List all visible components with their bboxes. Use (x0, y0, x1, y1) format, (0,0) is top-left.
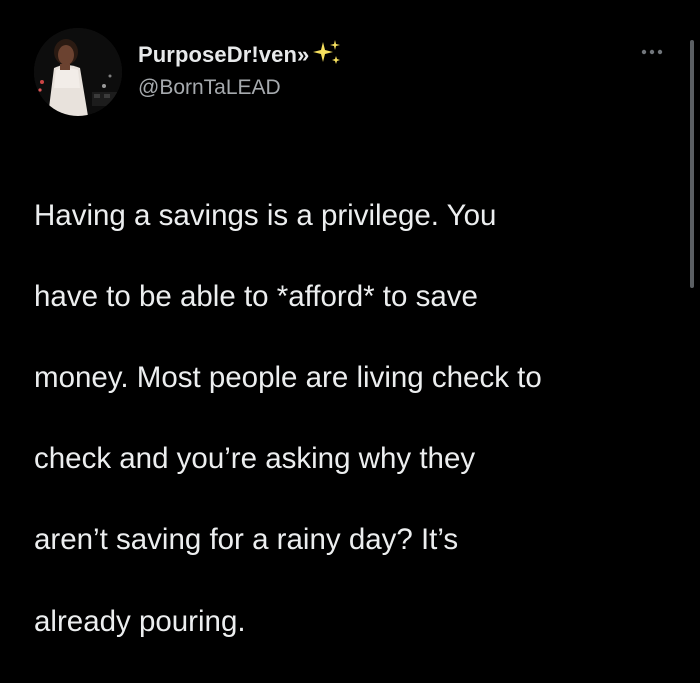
author-handle[interactable]: @BornTaLEAD (138, 76, 281, 100)
tweet-text-line: have to be able to *afford* to save (34, 279, 478, 313)
tweet-text: Having a savings is a privilege. You hav… (34, 155, 674, 683)
tweet-text-line: already pouring. (34, 604, 246, 638)
avatar[interactable] (34, 28, 122, 116)
display-name[interactable]: PurposeDr!ven» (138, 42, 309, 68)
tweet-text-line: money. Most people are living check to (34, 360, 542, 394)
tweet-text-line: check and you’re asking why they (34, 442, 476, 476)
author-name-row: PurposeDr!ven» (138, 40, 343, 70)
tweet-card: PurposeDr!ven» @BornTaLEAD Having a savi… (0, 0, 700, 638)
more-options-icon[interactable] (641, 44, 663, 55)
tweet-text-line: Having a savings is a privilege. You (34, 198, 497, 232)
sparkles-icon (313, 38, 343, 68)
profile-photo-icon (34, 28, 122, 116)
scrollbar[interactable] (690, 40, 694, 288)
tweet-text-line: aren’t saving for a rainy day? It’s (34, 523, 459, 557)
